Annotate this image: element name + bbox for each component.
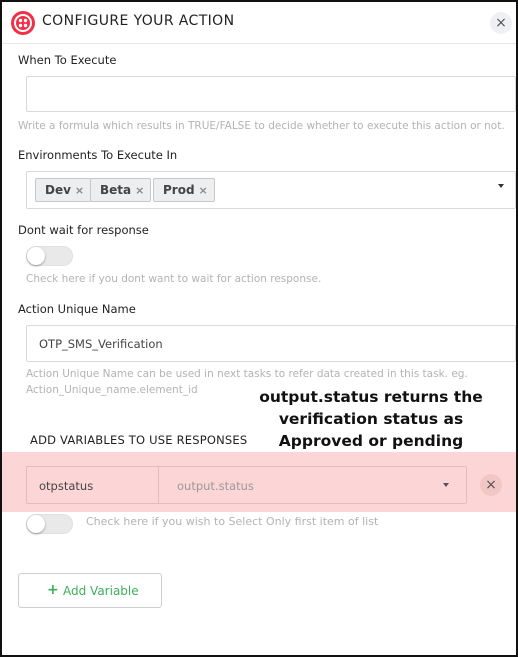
dialog-header: CONFIGURE YOUR ACTION ×	[2, 2, 516, 44]
configure-action-dialog: CONFIGURE YOUR ACTION × When To Execute …	[0, 0, 518, 657]
variable-value-select[interactable]: output.status	[177, 479, 254, 493]
chevron-down-icon[interactable]	[498, 184, 504, 188]
unique-name-help-line1: Action Unique Name can be used in next t…	[26, 368, 468, 380]
twilio-logo	[11, 11, 35, 35]
remove-tag-icon[interactable]: ×	[75, 184, 84, 197]
environments-label: Environments To Execute In	[18, 148, 178, 162]
annotation-callout: output.status returns the verification s…	[259, 388, 483, 450]
remove-tag-icon[interactable]: ×	[199, 184, 208, 197]
variables-section-title: ADD VARIABLES TO USE RESPONSES	[30, 433, 248, 447]
toggle-knob	[27, 247, 45, 265]
when-to-execute-label: When To Execute	[18, 53, 117, 67]
first-item-help: Check here if you wish to Select Only fi…	[86, 515, 379, 528]
when-to-execute-help: Write a formula which results in TRUE/FA…	[18, 120, 505, 132]
dialog-title: CONFIGURE YOUR ACTION	[42, 13, 235, 29]
unique-name-input[interactable]: OTP_SMS_Verification	[26, 325, 516, 362]
environments-select[interactable]: Dev × Beta × Prod ×	[26, 171, 516, 209]
toggle-knob	[27, 515, 45, 533]
remove-tag-icon[interactable]: ×	[135, 184, 144, 197]
env-tag-prod: Prod ×	[153, 178, 215, 202]
variable-row: otpstatus output.status	[26, 466, 467, 504]
unique-name-label: Action Unique Name	[18, 302, 136, 316]
env-tag-dev: Dev ×	[35, 178, 92, 202]
add-variable-label: Add Variable	[63, 584, 139, 598]
variable-name-input[interactable]: otpstatus	[27, 467, 159, 503]
when-to-execute-input[interactable]	[26, 76, 516, 112]
remove-variable-button[interactable]: ×	[480, 474, 502, 496]
plus-icon: +	[47, 582, 59, 598]
env-tag-beta: Beta ×	[90, 178, 152, 202]
dont-wait-label: Dont wait for response	[18, 223, 149, 237]
dont-wait-help: Check here if you dont want to wait for …	[26, 273, 322, 285]
chevron-down-icon[interactable]	[443, 483, 449, 487]
unique-name-help-line2: Action_Unique_name.element_id	[26, 384, 198, 396]
add-variable-button[interactable]: + Add Variable	[18, 573, 162, 608]
close-icon[interactable]: ×	[490, 12, 512, 34]
dont-wait-toggle[interactable]	[26, 246, 73, 266]
first-item-toggle[interactable]	[26, 514, 73, 534]
